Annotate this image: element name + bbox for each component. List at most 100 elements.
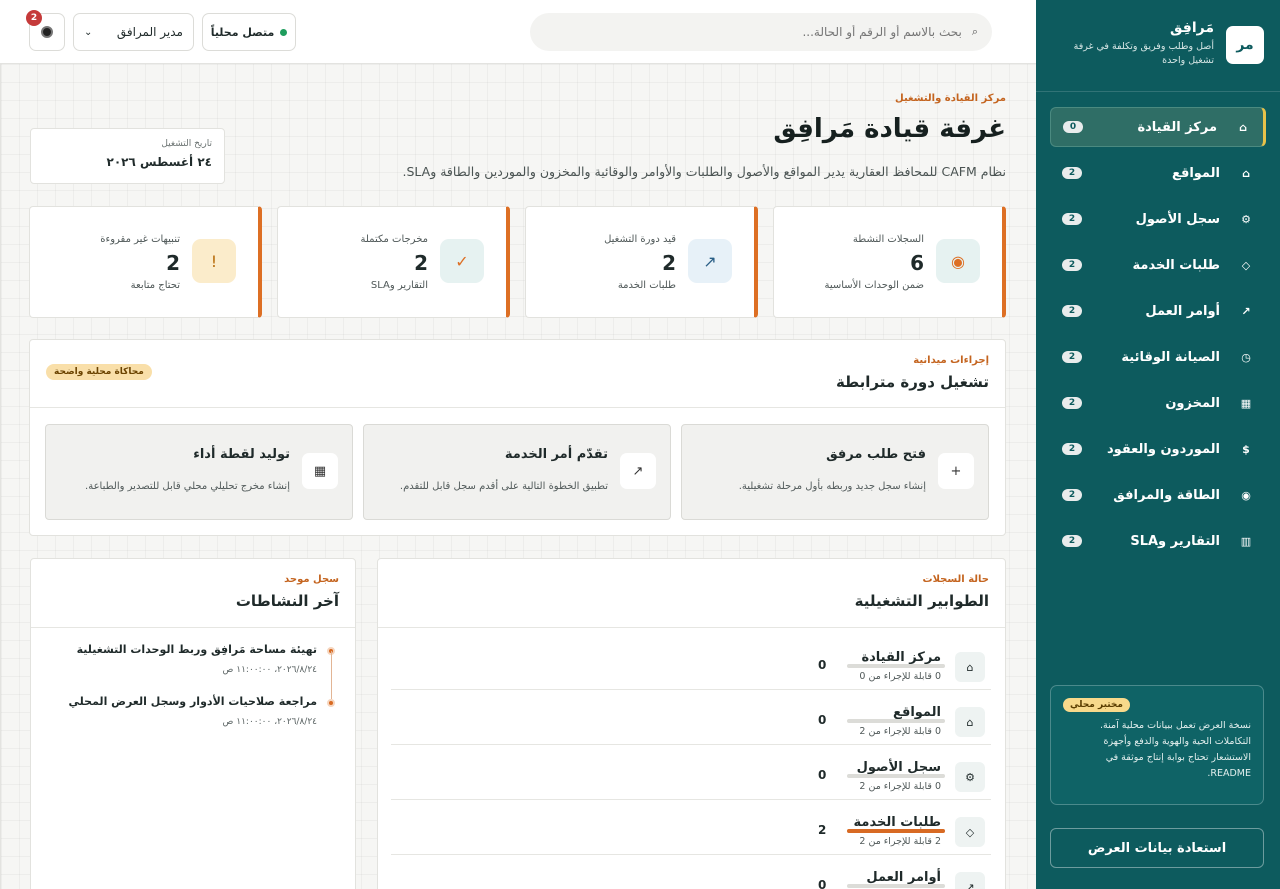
kpi-card: ✓ مخرجات مكتملة 2 التقارير وSLA (277, 206, 510, 318)
queue-meta: 0 قابلة للإجراء من 0 (859, 671, 941, 682)
queue-name: طلبات الخدمة (853, 815, 941, 830)
kpi-desc: تحتاج متابعة (130, 280, 180, 291)
arrow-up-right-icon: ↗ (620, 453, 656, 489)
field-actions-title: تشغيل دورة مترابطة (835, 373, 989, 391)
sidebar-item-badge: 0 (1063, 121, 1083, 133)
diamond-icon: ◇ (1241, 258, 1251, 272)
action-card-0[interactable]: + فتح طلب مرفق إنشاء سجل جديد وربطه بأول م… (681, 424, 989, 520)
sidebar-item-label: الطاقة والمرافق (1113, 487, 1220, 503)
local-lab-notice: مختبر محلي نسخة العرض تعمل ببيانات محلية… (1050, 685, 1264, 805)
sidebar-item-0[interactable]: ⌂ مركز القيادة 0 (1050, 107, 1266, 147)
check-icon: ✓ (440, 239, 484, 283)
sidebar-item-label: التقارير وSLA (1130, 533, 1220, 549)
queue-count: 0 (818, 713, 827, 727)
gear-icon: ⚙ (955, 762, 985, 792)
queue-progress-bar (847, 664, 945, 668)
queue-name: أوامر العمل (866, 870, 941, 885)
action-desc: إنشاء سجل جديد وربطه بأول مرحلة تشغيلية. (738, 481, 926, 492)
page-subtitle: نظام CAFM للمحافظ العقارية يدير المواقع … (402, 164, 1006, 179)
activity-title-text: مراجعة صلاحيات الأدوار وسجل العرض المحلي (68, 695, 317, 708)
sidebar-item-1[interactable]: ⌂ المواقع 2 (1050, 153, 1266, 193)
sidebar-item-label: مركز القيادة (1137, 119, 1217, 135)
kpi-value: 2 (166, 251, 180, 275)
sidebar-item-label: طلبات الخدمة (1132, 257, 1220, 273)
queues-eyebrow: حالة السجلات (922, 574, 989, 585)
alert-icon: ! (192, 239, 236, 283)
action-title: تقدّم أمر الخدمة (504, 447, 608, 462)
topbar: ⌕ متصل محلياً مدير المرافق ⌄ 2 (0, 0, 1036, 64)
gear-icon: ⚙ (1241, 212, 1251, 226)
home-icon: ⌂ (1242, 166, 1250, 180)
activity-title: آخر النشاطات (235, 592, 339, 610)
queue-row[interactable]: ⌂ المواقع 0 قابلة للإجراء من 2 0 (391, 690, 991, 745)
action-card-1[interactable]: ↗ تقدّم أمر الخدمة تطبيق الخطوة التالية عل… (363, 424, 671, 520)
dollar-icon: $ (1242, 442, 1250, 456)
action-desc: تطبيق الخطوة التالية على أقدم سجل قابل ل… (399, 481, 608, 492)
sidebar-item-3[interactable]: ◇ طلبات الخدمة 2 (1050, 245, 1266, 285)
queues-panel: حالة السجلات الطوابير التشغيلية ⌂ مركز ال… (377, 558, 1006, 889)
queue-row[interactable]: ↗ أوامر العمل 0 (391, 855, 991, 889)
kpi-cards: ◉ السجلات النشطة 6 ضمن الوحدات الأساسية ↗ قيد… (29, 206, 1006, 318)
snapshot-icon: ▦ (302, 453, 338, 489)
sidebar-item-badge: 2 (1062, 443, 1082, 455)
chevron-down-icon: ⌄ (84, 26, 93, 38)
activity-title-text: تهيئة مساحة مَرافِق وربط الوحدات التشغيل… (76, 643, 317, 656)
sidebar-item-label: سجل الأصول (1135, 211, 1220, 227)
sidebar-item-9[interactable]: ▥ التقارير وSLA 2 (1050, 521, 1266, 561)
action-title: توليد لقطة أداء (193, 447, 290, 462)
search-input[interactable] (544, 25, 962, 39)
sidebar-item-2[interactable]: ⚙ سجل الأصول 2 (1050, 199, 1266, 239)
kpi-label: قيد دورة التشغيل (604, 234, 676, 245)
queue-progress-bar (847, 719, 945, 723)
connection-status[interactable]: متصل محلياً (202, 13, 296, 51)
sidebar-item-badge: 2 (1062, 305, 1082, 317)
kpi-value: 2 (662, 251, 676, 275)
sidebar-item-badge: 2 (1062, 397, 1082, 409)
queue-meta: 0 قابلة للإجراء من 2 (859, 726, 941, 737)
sidebar-item-6[interactable]: ▦ المخزون 2 (1050, 383, 1266, 423)
sidebar-item-5[interactable]: ◷ الصيانة الوقائية 2 (1050, 337, 1266, 377)
sidebar-item-badge: 2 (1062, 167, 1082, 179)
sidebar-item-badge: 2 (1062, 259, 1082, 271)
queue-row[interactable]: ⌂ مركز القيادة 0 قابلة للإجراء من 0 0 (391, 635, 991, 690)
sidebar-item-badge: 2 (1062, 213, 1082, 225)
home-icon: ⌂ (1239, 120, 1247, 134)
operation-date-label: تاريخ التشغيل (161, 139, 212, 149)
connection-label: متصل محلياً (210, 25, 275, 39)
field-actions-panel: إجراءات ميدانية تشغيل دورة مترابطة محاكا… (29, 339, 1006, 536)
queue-meta: 2 قابلة للإجراء من 2 (859, 836, 941, 847)
queue-count: 0 (818, 878, 827, 889)
kpi-label: السجلات النشطة (852, 234, 924, 245)
energy-icon: ◉ (1241, 488, 1251, 502)
arrow-up-right-icon: ↗ (1241, 304, 1251, 318)
search-icon: ⌕ (971, 25, 978, 38)
queue-progress-bar (847, 829, 945, 833)
local-lab-text: نسخة العرض تعمل ببيانات محلية آمنة. التك… (1100, 720, 1251, 779)
page-eyebrow: مركز القيادة والتشغيل (895, 93, 1006, 104)
main-content: مركز القيادة والتشغيل غرفة قيادة مَرافِق… (0, 64, 1036, 889)
sidebar-item-badge: 2 (1062, 489, 1082, 501)
theme-icon (41, 26, 53, 38)
sidebar-item-7[interactable]: $ الموردون والعقود 2 (1050, 429, 1266, 469)
search-box[interactable]: ⌕ (530, 13, 992, 51)
restore-demo-data-button[interactable]: استعادة بيانات العرض (1050, 828, 1264, 868)
action-card-2[interactable]: ▦ توليد لقطة أداء إنشاء مخرج تحليلي محلي ق… (45, 424, 353, 520)
sidebar-item-badge: 2 (1062, 535, 1082, 547)
home-icon: ⌂ (955, 652, 985, 682)
queue-row[interactable]: ⚙ سجل الأصول 0 قابلة للإجراء من 2 0 (391, 745, 991, 800)
sidebar-item-label: الموردون والعقود (1107, 441, 1220, 457)
queue-name: مركز القيادة (861, 650, 941, 665)
queue-row[interactable]: ◇ طلبات الخدمة 2 قابلة للإجراء من 2 2 (391, 800, 991, 855)
sidebar-item-8[interactable]: ◉ الطاقة والمرافق 2 (1050, 475, 1266, 515)
box-icon: ▦ (1240, 396, 1252, 410)
kpi-value: 6 (910, 251, 924, 275)
role-select[interactable]: مدير المرافق ⌄ (73, 13, 194, 51)
sidebar-item-label: المواقع (1171, 165, 1220, 181)
page-title: غرفة قيادة مَرافِق (773, 114, 1006, 144)
sidebar-nav: ⌂ مركز القيادة 0 ⌂ المواقع 2 ⚙ سجل الأصول 2 ◇ طلبا… (1050, 107, 1266, 567)
queue-name: المواقع (892, 705, 941, 720)
kpi-label: تنبيهات غير مقروءة (100, 234, 180, 245)
sidebar-item-4[interactable]: ↗ أوامر العمل 2 (1050, 291, 1266, 331)
action-desc: إنشاء مخرج تحليلي محلي قابل للتصدير والط… (85, 481, 290, 492)
operation-date-card: تاريخ التشغيل ٢٤ أغسطس ٢٠٢٦ (30, 128, 225, 184)
